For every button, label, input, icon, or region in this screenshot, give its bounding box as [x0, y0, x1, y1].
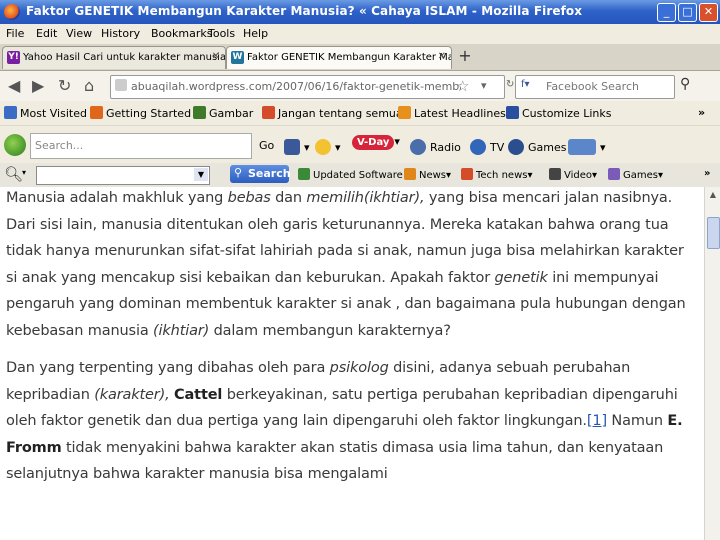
go-button[interactable]: Go	[259, 139, 274, 152]
bookmark-icon	[4, 106, 17, 119]
article-text-segment: dalam membangun karakternya?	[209, 322, 451, 339]
forward-arrow-icon[interactable]: ▶	[32, 76, 44, 95]
chevron-down-icon[interactable]: ▼	[194, 168, 208, 181]
toolbar-logo-icon	[4, 134, 26, 156]
site-identity-icon[interactable]	[115, 79, 127, 91]
games-button-2[interactable]: Games▾	[608, 168, 663, 181]
bookmark-most-visited[interactable]: Most Visited	[4, 106, 87, 120]
bookmark-getting-started[interactable]: Getting Started	[90, 106, 191, 120]
bookmark-icon	[193, 106, 206, 119]
search-button[interactable]: ⚲ Search	[230, 165, 291, 183]
bookmark-jangan-tentang-semua[interactable]: Jangan tentang semua	[262, 106, 403, 120]
new-tab-button[interactable]: +	[455, 48, 475, 66]
article-text-segment: memilih(ikhtiar),	[306, 190, 425, 206]
search-toolbar: Search... Go ▾ ▾ V-Day ▾ Radio TV Games ▾	[0, 125, 720, 164]
tab-label: Yahoo Hasil Cari untuk karakter manusia	[23, 52, 226, 63]
tab-bar: Y! Yahoo Hasil Cari untuk karakter manus…	[0, 44, 720, 71]
reload-icon[interactable]: ↻	[58, 76, 71, 95]
article-text-segment: genetik	[494, 269, 548, 286]
close-button[interactable]: ✕	[699, 3, 718, 22]
vday-button[interactable]: V-Day ▾	[352, 135, 400, 150]
overflow-chevron-icon[interactable]: »	[698, 106, 705, 119]
bookmark-customize-links[interactable]: Customize Links	[506, 106, 612, 120]
yahoo-icon: Y!	[7, 51, 20, 64]
radio-button[interactable]: Radio	[410, 139, 461, 155]
navigation-bar: ◀ ▶ ↻ ⌂ abuaqilah.wordpress.com/2007/06/…	[0, 71, 720, 101]
tab-label: Faktor GENETIK Membangun Karakter Ma...	[247, 52, 452, 63]
article-text-segment: Dan yang terpenting yang dibahas oleh pa…	[6, 360, 330, 376]
video-button[interactable]: Video▾	[549, 168, 597, 181]
menu-edit[interactable]: Edit	[36, 27, 57, 40]
bookmark-star-icon[interactable]: ☆	[456, 77, 469, 95]
window-title: Faktor GENETIK Membangun Karakter Manusi…	[26, 4, 583, 18]
magnifier-icon[interactable]: 🔍︎	[4, 165, 23, 183]
menu-bookmarks[interactable]: Bookmarks	[151, 27, 212, 40]
maximize-button[interactable]: □	[678, 3, 697, 22]
article-text-segment: tidak menyakini bahwa karakter akan stat…	[6, 439, 664, 483]
bookmark-icon	[262, 106, 275, 119]
article-text-segment: dan	[270, 190, 307, 206]
article-text-segment: bebas	[227, 190, 271, 206]
updated-software-button[interactable]: Updated Software	[298, 168, 403, 181]
article-text-segment: (karakter),	[94, 386, 170, 403]
secondary-toolbar: 🔍︎ ▾ ▼ ⚲ Search Updated Software News▾ T…	[0, 163, 720, 188]
bookmark-latest-headlines[interactable]: Latest Headlines	[398, 106, 506, 120]
tab-close-icon[interactable]: ✕	[438, 51, 446, 62]
tab-yahoo[interactable]: Y! Yahoo Hasil Cari untuk karakter manus…	[2, 46, 226, 69]
article-text-segment: psikolog	[329, 360, 389, 376]
news-button[interactable]: News▾	[404, 168, 451, 181]
menu-bar: File Edit View History Bookmarks Tools H…	[0, 24, 720, 44]
back-arrow-icon[interactable]: ◀	[8, 76, 20, 95]
search-icon[interactable]: ⚲	[680, 76, 690, 92]
smiley-icon[interactable]: ▾	[315, 139, 341, 155]
bookmarks-toolbar: Most Visited Getting Started Gambar Jang…	[0, 101, 720, 125]
toolbar-search-input[interactable]: Search...	[30, 133, 252, 159]
search-engine-icon[interactable]: f▾	[521, 79, 530, 90]
games-button[interactable]: Games	[508, 139, 566, 155]
url-bar[interactable]: abuaqilah.wordpress.com/2007/06/16/fakto…	[110, 75, 505, 99]
overflow-chevron-icon[interactable]: »	[704, 168, 710, 179]
dropdown-icon[interactable]: ▾	[481, 79, 487, 92]
toolbar-app-icon[interactable]: ▾	[568, 139, 606, 155]
tab-close-icon[interactable]: ✕	[212, 51, 220, 62]
article-text-segment: Manusia adalah makhluk yang	[6, 190, 228, 206]
facebook-icon[interactable]: ▾	[284, 139, 310, 155]
facebook-search-box[interactable]: f▾ Facebook Search	[515, 75, 675, 99]
scroll-up-icon[interactable]: ▲	[705, 187, 720, 203]
article-text-segment: (ikhtiar)	[153, 322, 210, 339]
window-title-bar: Faktor GENETIK Membangun Karakter Manusi…	[0, 0, 720, 24]
menu-view[interactable]: View	[66, 27, 92, 40]
article-paragraph: Manusia adalah makhluk yang bebas dan me…	[6, 187, 696, 344]
bookmark-gambar[interactable]: Gambar	[193, 106, 253, 120]
search-combo-box[interactable]: ▼	[36, 166, 210, 185]
home-icon[interactable]: ⌂	[84, 76, 94, 95]
page-content: Manusia adalah makhluk yang bebas dan me…	[0, 187, 704, 540]
scrollbar-thumb[interactable]	[707, 217, 720, 249]
refresh-icon[interactable]: ↻	[506, 79, 514, 90]
bookmark-icon	[506, 106, 519, 119]
menu-file[interactable]: File	[6, 27, 24, 40]
tv-button[interactable]: TV	[470, 139, 504, 155]
chevron-down-icon[interactable]: ▾	[22, 168, 26, 177]
footnote-link[interactable]: [1]	[587, 413, 607, 429]
vertical-scrollbar[interactable]: ▲	[704, 187, 720, 540]
search-icon: ⚲	[234, 166, 243, 179]
menu-history[interactable]: History	[101, 27, 140, 40]
article-body: Manusia adalah makhluk yang bebas dan me…	[6, 187, 696, 499]
tab-faktor-genetik[interactable]: W Faktor GENETIK Membangun Karakter Ma..…	[226, 46, 452, 69]
tech-news-button[interactable]: Tech news▾	[461, 168, 533, 181]
search-placeholder: Facebook Search	[546, 80, 639, 93]
url-text: abuaqilah.wordpress.com/2007/06/16/fakto…	[131, 80, 461, 93]
wordpress-icon: W	[231, 51, 244, 64]
rss-icon	[398, 106, 411, 119]
article-text-segment: Cattel	[174, 386, 223, 403]
article-text-segment: Namun	[606, 413, 668, 429]
firefox-icon	[4, 4, 20, 20]
menu-help[interactable]: Help	[243, 27, 268, 40]
menu-tools[interactable]: Tools	[208, 27, 235, 40]
firefox-icon	[90, 106, 103, 119]
search-placeholder: Search...	[35, 139, 84, 152]
article-paragraph: Dan yang terpenting yang dibahas oleh pa…	[6, 355, 696, 488]
minimize-button[interactable]: _	[657, 3, 676, 22]
